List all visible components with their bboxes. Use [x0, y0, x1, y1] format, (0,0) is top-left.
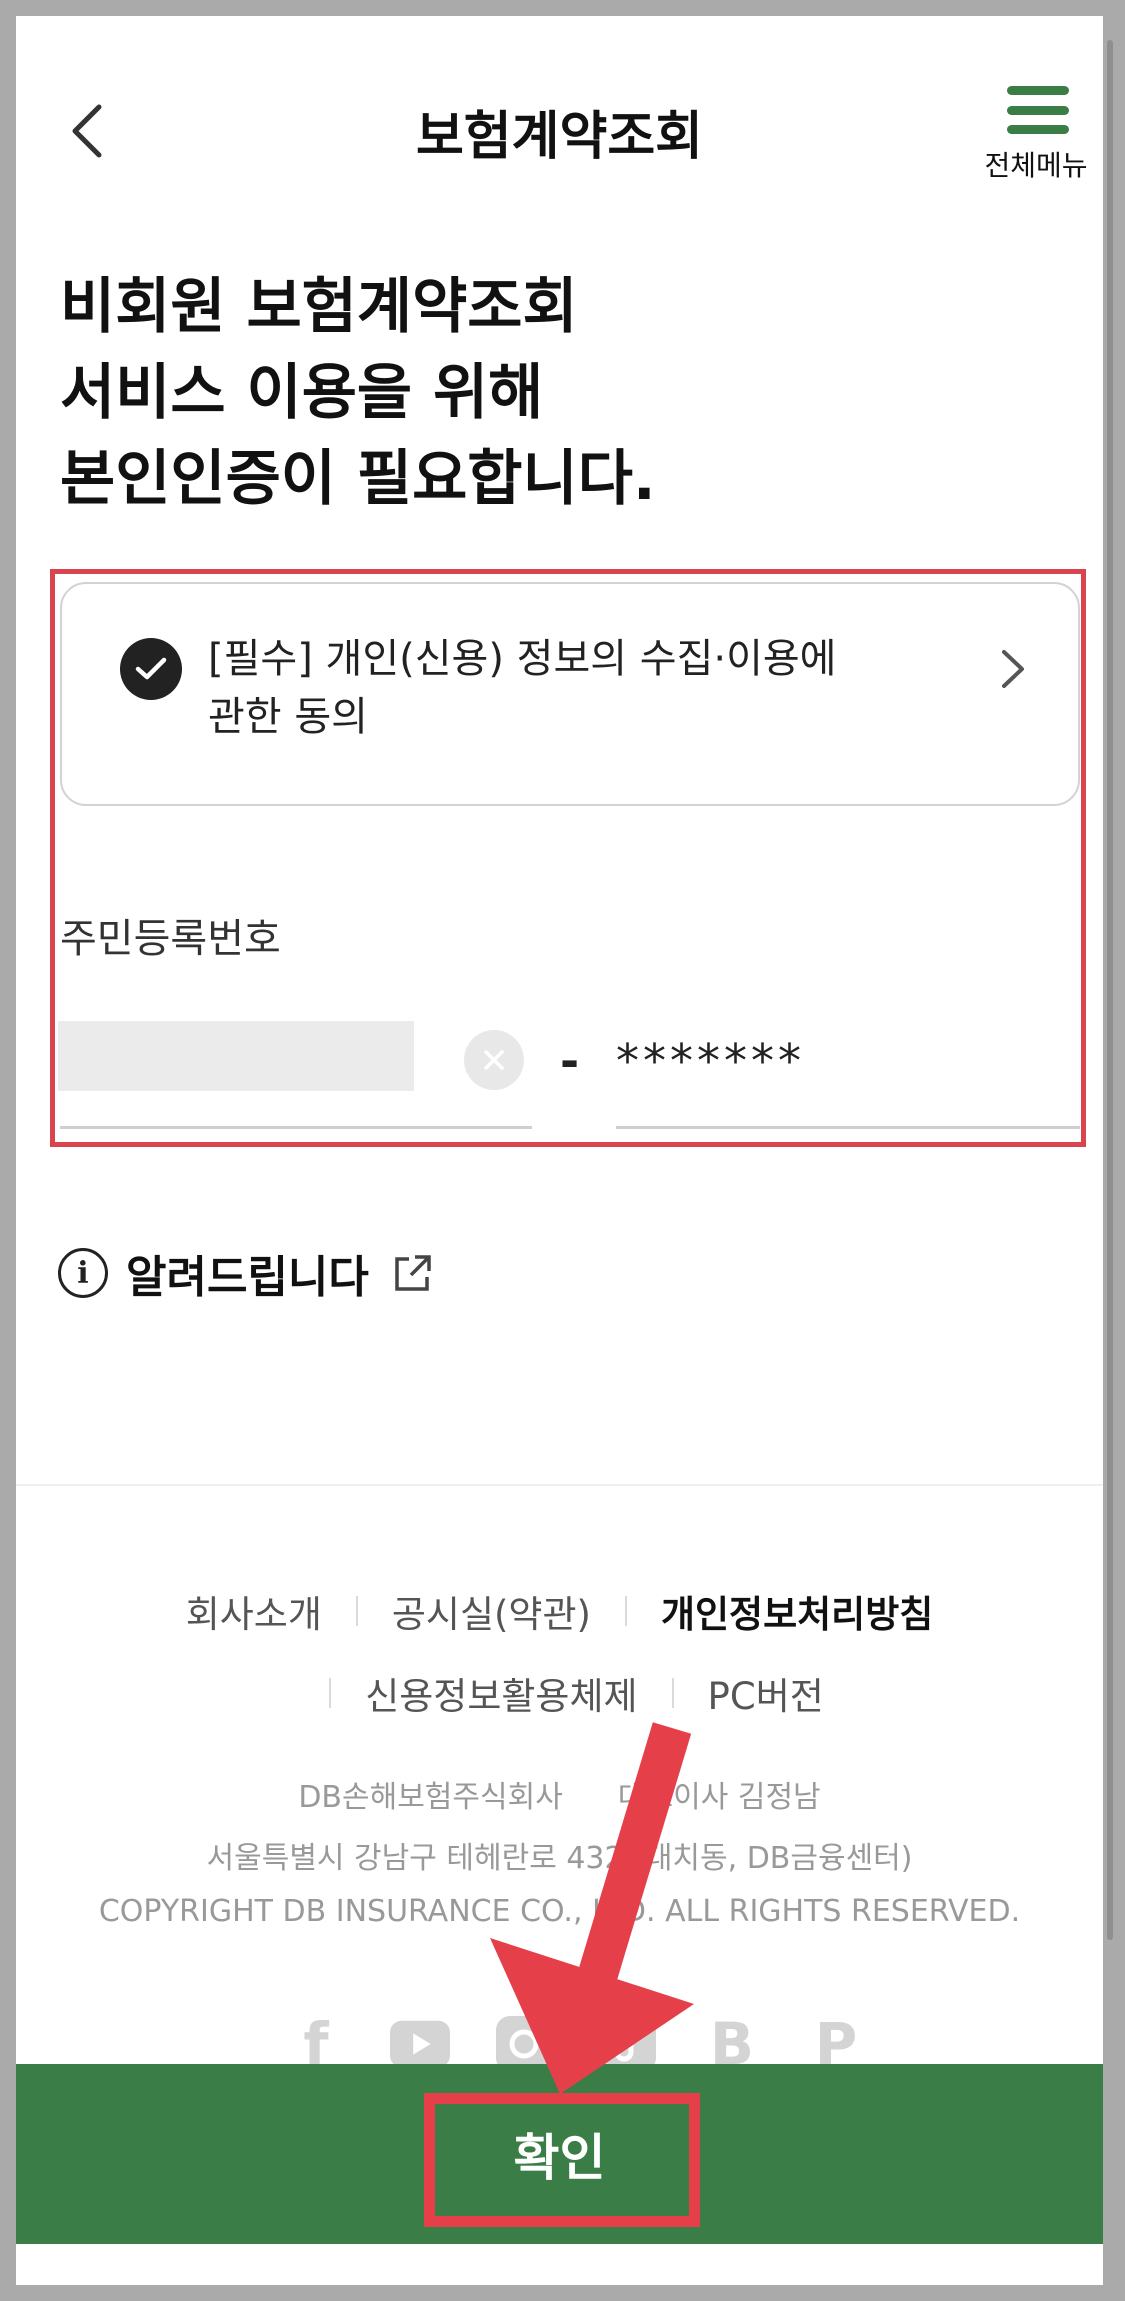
rrn-first-input[interactable] — [58, 1021, 414, 1091]
divider — [329, 1678, 332, 1708]
company-name: DB손해보험주식회사 — [298, 1780, 563, 1815]
rrn-second-underline — [616, 1126, 1080, 1129]
menu-label: 전체메뉴 — [984, 149, 1088, 182]
rrn-dash: - — [560, 1034, 580, 1088]
footer-links-row2: 신용정보활용체제 PC버전 — [16, 1666, 1103, 1720]
app-screen: 보험계약조회 전체메뉴 비회원 보험계약조회 서비스 이용을 위해 본인인증이 … — [16, 16, 1103, 2285]
rrn-first-underline — [60, 1126, 532, 1129]
consent-text: [필수] 개인(신용) 정보의 수집·이용에 관한 동의 — [208, 630, 928, 746]
checkmark-icon[interactable] — [120, 638, 182, 700]
divider — [355, 1596, 358, 1626]
external-link-icon — [395, 1255, 431, 1291]
info-icon: i — [58, 1248, 108, 1298]
heading-line: 비회원 보험계약조회 — [60, 272, 578, 342]
consent-line: [필수] 개인(신용) 정보의 수집·이용에 — [208, 636, 837, 682]
divider — [671, 1678, 674, 1708]
footer-link-pc[interactable]: PC버전 — [708, 1666, 824, 1720]
close-icon — [484, 1050, 504, 1070]
footer-link-privacy[interactable]: 개인정보처리방침 — [661, 1584, 933, 1638]
clear-button[interactable] — [464, 1030, 524, 1090]
company-address: 서울특별시 강남구 테헤란로 432 (대치동, DB금융센터) — [206, 1841, 913, 1876]
notice-link[interactable]: i 알려드립니다 — [58, 1241, 435, 1305]
footer-link-credit[interactable]: 신용정보활용체제 — [365, 1666, 637, 1720]
header: 보험계약조회 전체메뉴 — [16, 16, 1103, 226]
company-info: DB손해보험주식회사 대표이사 김정남 — [16, 1772, 1103, 1816]
rrn-label: 주민등록번호 — [60, 916, 281, 962]
ceo-name: 대표이사 김정남 — [617, 1780, 821, 1815]
footer-link-disclosure[interactable]: 공시실(약관) — [392, 1584, 591, 1638]
notice-label: 알려드립니다 — [126, 1252, 369, 1303]
rrn-second-input[interactable]: ******* — [616, 1034, 805, 1088]
page-heading: 비회원 보험계약조회 서비스 이용을 위해 본인인증이 필요합니다. — [60, 264, 1060, 522]
heading-line: 본인인증이 필요합니다. — [60, 444, 656, 514]
consent-card[interactable]: [필수] 개인(신용) 정보의 수집·이용에 관한 동의 — [60, 582, 1080, 806]
chevron-right-icon[interactable] — [992, 644, 1032, 694]
confirm-highlight-box — [424, 2093, 700, 2227]
scrollbar[interactable] — [1107, 40, 1113, 1940]
copyright: COPYRIGHT DB INSURANCE CO., LTD. ALL RIG… — [98, 1894, 1021, 1929]
footer-links-row1: 회사소개 공시실(약관) 개인정보처리방침 — [16, 1584, 1103, 1638]
divider — [624, 1596, 627, 1626]
all-menu-button[interactable]: 전체메뉴 — [976, 86, 1096, 206]
footer-link-company[interactable]: 회사소개 — [186, 1584, 322, 1638]
heading-line: 서비스 이용을 위해 — [60, 358, 544, 428]
footer-divider — [16, 1484, 1103, 1486]
page-title: 보험계약조회 — [415, 107, 704, 167]
consent-line: 관한 동의 — [208, 694, 368, 740]
hamburger-icon — [1007, 86, 1069, 134]
device-frame: 보험계약조회 전체메뉴 비회원 보험계약조회 서비스 이용을 위해 본인인증이 … — [0, 0, 1125, 2301]
